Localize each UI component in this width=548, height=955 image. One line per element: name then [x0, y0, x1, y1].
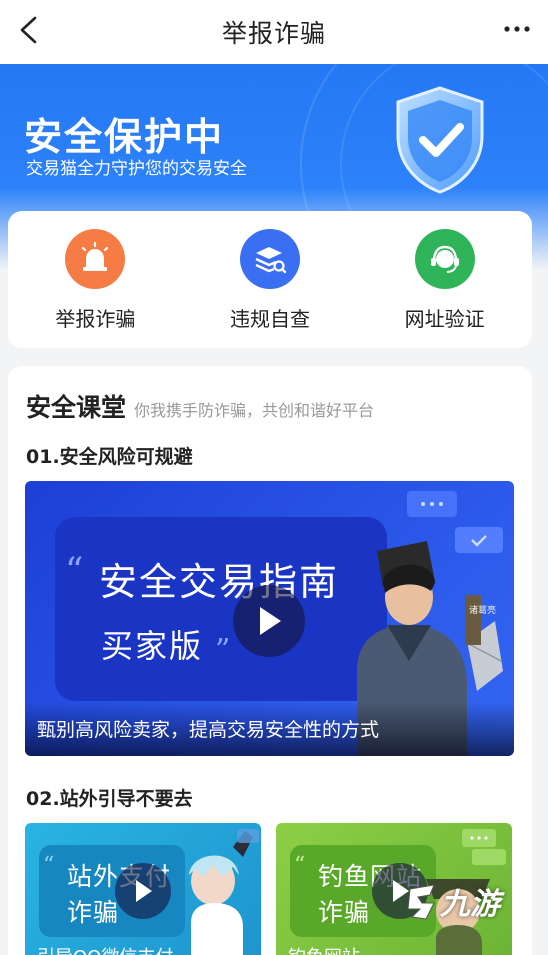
section-label: 01.安全风险可规避: [26, 446, 193, 468]
watermark-logo-icon: [407, 884, 435, 920]
watermark: 九游: [404, 876, 514, 926]
video-caption: 甄别高风险卖家，提高交易安全性的方式: [37, 719, 380, 741]
classroom-header: 安全课堂 你我携手防诈骗，共创和谐好平台: [26, 388, 374, 424]
hero-title: 安全保护中: [24, 115, 225, 159]
page-title: 举报诈骗: [221, 19, 326, 48]
chevron-left-icon: [20, 16, 37, 44]
headset-icon: [414, 229, 475, 289]
more-dots-icon: [504, 26, 530, 32]
video-card-offsite-payment[interactable]: “ 站外支付 诈骗 引导QQ微信支付: [25, 823, 261, 955]
top-nav-bar: 举报诈骗: [0, 0, 548, 64]
seal-text: 诸葛亮: [469, 604, 496, 616]
video-caption: 引导QQ微信支付: [37, 943, 173, 955]
page: 举报诈骗 安全保护中 交易猫全力守护您的交易安全 举报诈骗 违规自查 网址验证 …: [0, 0, 548, 955]
video-card-safe-trade-guide[interactable]: “ 安全交易指南 买家版 ” 诸葛亮 甄别高风险卖家，提高交易安全性的方式: [25, 481, 514, 756]
quote-mark: ”: [215, 633, 231, 668]
classroom-title: 安全课堂: [26, 393, 127, 422]
play-button[interactable]: [233, 585, 305, 657]
classroom-subtitle: 你我携手防诈骗，共创和谐好平台: [134, 401, 375, 420]
quick-actions-card: 举报诈骗 违规自查 网址验证: [8, 211, 532, 348]
play-button[interactable]: [115, 863, 171, 919]
character-illustration: [189, 829, 259, 955]
back-button[interactable]: [8, 10, 48, 50]
video-title-line2: 诈骗: [67, 898, 120, 927]
quote-mark: “: [43, 853, 55, 878]
action-url-verify[interactable]: 网址验证: [375, 229, 515, 332]
more-button[interactable]: [500, 14, 534, 44]
safety-classroom-card: 安全课堂 你我携手防诈骗，共创和谐好平台 01.安全风险可规避 “ 安全交易指南…: [8, 366, 532, 955]
play-icon: [260, 607, 281, 635]
shield-check-icon: [396, 86, 484, 194]
section-label: 02.站外引导不要去: [26, 788, 193, 810]
action-label: 违规自查: [229, 307, 310, 331]
action-report-fraud[interactable]: 举报诈骗: [25, 229, 165, 332]
hero-subtitle: 交易猫全力守护您的交易安全: [26, 159, 247, 179]
action-label: 网址验证: [404, 307, 485, 331]
alarm-icon: [65, 229, 126, 289]
video-caption: 钓鱼网站: [288, 943, 360, 955]
quote-mark: “: [294, 853, 306, 878]
video-title-line2: 诈骗: [318, 898, 371, 927]
quote-mark: “: [65, 551, 84, 592]
layers-search-icon: [239, 229, 300, 289]
watermark-text: 九游: [440, 887, 500, 922]
action-self-check[interactable]: 违规自查: [200, 229, 340, 332]
video-headline: 安全交易指南: [99, 560, 340, 604]
action-label: 举报诈骗: [55, 307, 136, 331]
play-icon: [136, 880, 152, 902]
video-subline: 买家版: [101, 627, 204, 665]
